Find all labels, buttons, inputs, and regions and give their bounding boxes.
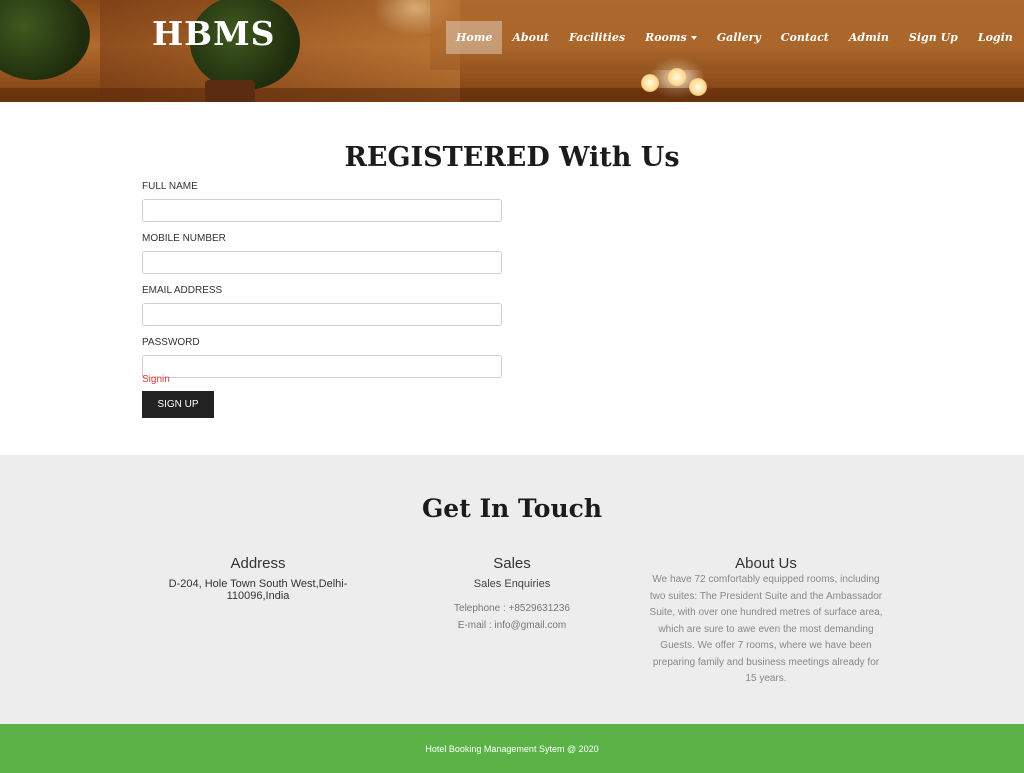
- nav-contact[interactable]: Contact: [771, 21, 839, 54]
- sales-telephone: Telephone : +8529631236: [454, 603, 570, 614]
- plant-image: [0, 0, 90, 80]
- contact-section: Get In Touch Address D-204, Hole Town So…: [0, 455, 1024, 724]
- nav-gallery-label: Gallery: [716, 31, 761, 44]
- address-heading: Address: [230, 555, 286, 572]
- nav-facilities-label: Facilities: [569, 31, 626, 44]
- nav-facilities[interactable]: Facilities: [559, 21, 635, 54]
- about-column: About Us We have 72 comfortably equipped…: [648, 555, 884, 688]
- about-text: We have 72 comfortably equipped rooms, i…: [649, 574, 883, 684]
- nav-sign-up[interactable]: Sign Up: [899, 21, 968, 54]
- email-address-input[interactable]: [142, 303, 502, 326]
- mobile-number-label: MOBILE NUMBER: [142, 233, 226, 244]
- register-title: REGISTERED With Us: [344, 142, 680, 173]
- nav-rooms-label: Rooms: [645, 31, 687, 44]
- lamp-image: [641, 74, 659, 92]
- nav-home[interactable]: Home: [446, 21, 503, 54]
- main-nav: Home About Facilities Rooms Gallery Cont…: [446, 21, 1023, 54]
- nav-gallery[interactable]: Gallery: [707, 21, 771, 54]
- sales-heading: Sales: [493, 555, 531, 572]
- register-form: FULL NAME MOBILE NUMBER EMAIL ADDRESS PA…: [142, 181, 502, 389]
- footer: Hotel Booking Management Sytem @ 2020: [0, 724, 1024, 773]
- sales-column: Sales Sales Enquiries Telephone : +85296…: [412, 555, 612, 634]
- nav-login-label: Login: [977, 31, 1013, 44]
- nav-admin-label: Admin: [848, 31, 889, 44]
- full-name-label: FULL NAME: [142, 181, 198, 192]
- password-label: PASSWORD: [142, 337, 200, 348]
- signin-link[interactable]: Signin: [142, 374, 170, 385]
- sales-email: E-mail : info@gmail.com: [457, 620, 567, 631]
- nav-rooms-dropdown[interactable]: Rooms: [635, 21, 707, 54]
- caret-down-icon: [690, 35, 697, 40]
- site-logo[interactable]: HBMS: [152, 14, 275, 53]
- contact-title: Get In Touch: [421, 494, 603, 523]
- nav-home-label: Home: [456, 31, 493, 44]
- mobile-number-input[interactable]: [142, 251, 502, 274]
- nav-about[interactable]: About: [502, 21, 559, 54]
- full-name-input[interactable]: [142, 199, 502, 222]
- email-address-label: EMAIL ADDRESS: [142, 285, 223, 296]
- sales-subheading: Sales Enquiries: [473, 578, 551, 590]
- lamp-image: [689, 78, 707, 96]
- nav-login[interactable]: Login: [968, 21, 1023, 54]
- nav-contact-label: Contact: [780, 31, 829, 44]
- sign-up-button[interactable]: SIGN UP: [142, 391, 214, 418]
- plant-pot-image: [205, 80, 255, 102]
- address-column: Address D-204, Hole Town South West,Delh…: [158, 555, 358, 602]
- header-banner: HBMS Home About Facilities Rooms Gallery…: [0, 0, 1024, 102]
- lamp-image: [668, 68, 686, 86]
- password-input[interactable]: [142, 355, 502, 378]
- nav-admin[interactable]: Admin: [839, 21, 899, 54]
- about-heading: About Us: [735, 555, 797, 572]
- nav-sign-up-label: Sign Up: [908, 31, 958, 44]
- nav-about-label: About: [512, 31, 550, 44]
- address-text: D-204, Hole Town South West,Delhi-110096…: [168, 578, 348, 602]
- header-background-band: [0, 88, 1024, 102]
- footer-copyright: Hotel Booking Management Sytem @ 2020: [425, 743, 599, 754]
